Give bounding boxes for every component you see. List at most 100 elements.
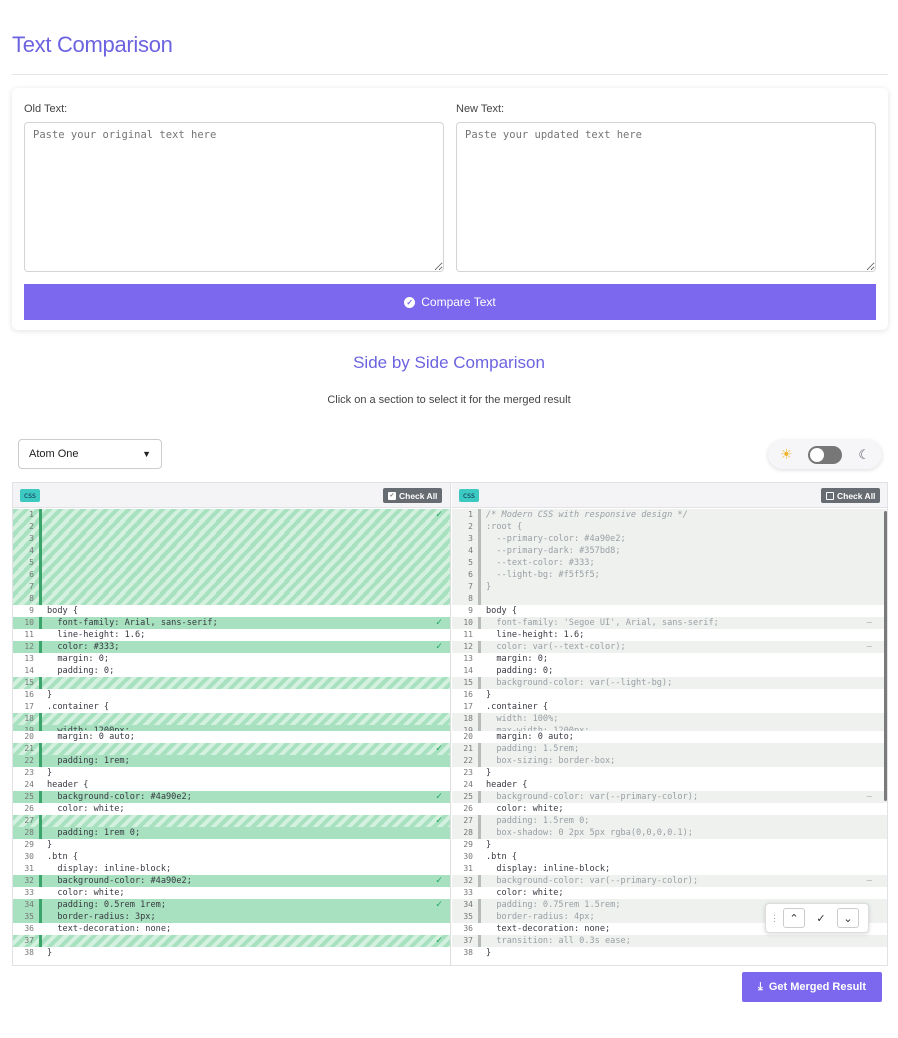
diff-navigation: ⋮⋮ ⌃ ✓ ⌄: [765, 903, 869, 933]
code-line[interactable]: 3: [13, 533, 450, 545]
selected-check-icon[interactable]: ✓: [436, 641, 442, 653]
drag-handle-icon[interactable]: ⋮⋮: [770, 913, 788, 924]
code-line[interactable]: 12 color: var(--text-color); –: [452, 641, 887, 653]
line-number: 16: [463, 690, 473, 699]
code-line[interactable]: 1 ✓: [13, 509, 450, 521]
code-line[interactable]: 6: [13, 569, 450, 581]
selected-check-icon[interactable]: ✓: [436, 791, 442, 803]
code-line: 17 .container {: [452, 701, 887, 713]
line-number: 2: [29, 522, 34, 531]
theme-mode-toggle[interactable]: ☀ ☾: [768, 440, 882, 469]
code-line[interactable]: 10 font-family: 'Segoe UI', Arial, sans-…: [452, 617, 887, 629]
code-line[interactable]: 28 box-shadow: 0 2px 5px rgba(0,0,0,0.1)…: [452, 827, 887, 839]
unselected-dash-icon[interactable]: –: [867, 875, 872, 887]
accept-change-button[interactable]: ✓: [810, 908, 832, 928]
line-text: .btn {: [47, 852, 79, 862]
code-line: 29}: [452, 839, 887, 851]
code-line[interactable]: 8: [452, 593, 887, 605]
code-line[interactable]: 15: [13, 677, 450, 689]
line-number: 17: [24, 702, 34, 711]
code-line[interactable]: 37 transition: all 0.3s ease;: [452, 935, 887, 947]
code-line[interactable]: 22 box-sizing: border-box;: [452, 755, 887, 767]
line-text: [42, 545, 450, 557]
line-text: padding: 1rem 0;: [47, 828, 141, 838]
code-line[interactable]: 32 background-color: var(--primary-color…: [452, 875, 887, 887]
code-line[interactable]: 3 --primary-color: #4a90e2;: [452, 533, 887, 545]
code-line[interactable]: 1 /* Modern CSS with responsive design */: [452, 509, 887, 521]
code-line[interactable]: 18: [13, 713, 450, 725]
unselected-dash-icon[interactable]: –: [867, 791, 872, 803]
line-text: line-height: 1.6;: [486, 630, 585, 640]
get-merged-result-button[interactable]: ⤓ Get Merged Result: [742, 972, 882, 1002]
code-line[interactable]: 28 padding: 1rem 0;: [13, 827, 450, 839]
right-check-all-button[interactable]: Check All: [821, 488, 881, 503]
code-line[interactable]: 35 border-radius: 3px;: [13, 911, 450, 923]
chevron-down-icon: ▼: [142, 449, 151, 459]
code-line[interactable]: 37 ✓: [13, 935, 450, 947]
line-number: 23: [463, 768, 473, 777]
line-number: 25: [463, 792, 473, 801]
code-line[interactable]: 10 font-family: Arial, sans-serif; ✓: [13, 617, 450, 629]
code-line[interactable]: 15 background-color: var(--light-bg);: [452, 677, 887, 689]
theme-select[interactable]: Atom One ▼: [18, 439, 162, 469]
selected-check-icon[interactable]: ✓: [436, 509, 442, 521]
code-line[interactable]: 6 --light-bg: #f5f5f5;: [452, 569, 887, 581]
selected-check-icon[interactable]: ✓: [436, 815, 442, 827]
line-number: 21: [463, 744, 473, 753]
code-line[interactable]: 22 padding: 1rem;: [13, 755, 450, 767]
code-line[interactable]: 27 padding: 1.5rem 0;: [452, 815, 887, 827]
code-line[interactable]: 4 --primary-dark: #357bd8;: [452, 545, 887, 557]
left-code-lines: 1 ✓ 2 3 4 5 6 7 8 9 body {10 font-family: Arial, s…: [13, 509, 450, 959]
right-scrollbar[interactable]: [884, 511, 887, 801]
code-line[interactable]: 18 width: 100%;: [452, 713, 887, 725]
line-text: --primary-dark: #357bd8;: [486, 546, 621, 556]
code-line[interactable]: 21 padding: 1.5rem;: [452, 743, 887, 755]
code-line[interactable]: 8: [13, 593, 450, 605]
code-line[interactable]: 32 background-color: #4a90e2; ✓: [13, 875, 450, 887]
selected-check-icon[interactable]: ✓: [436, 743, 442, 755]
code-line[interactable]: 2:root {: [452, 521, 887, 533]
selected-check-icon[interactable]: ✓: [436, 899, 442, 911]
selected-check-icon[interactable]: ✓: [436, 875, 442, 887]
new-text-input[interactable]: [456, 122, 876, 272]
left-check-all-button[interactable]: ✓ Check All: [383, 488, 443, 503]
compare-text-button[interactable]: ✓ Compare Text: [24, 284, 876, 320]
code-line[interactable]: 25 background-color: #4a90e2; ✓: [13, 791, 450, 803]
unselected-dash-icon[interactable]: –: [867, 641, 872, 653]
check-all-label: Check All: [399, 490, 438, 501]
line-text: /* Modern CSS with responsive design */: [486, 510, 688, 520]
code-line[interactable]: 12 color: #333; ✓: [13, 641, 450, 653]
code-line: 16}: [452, 689, 887, 701]
code-line[interactable]: 5 --text-color: #333;: [452, 557, 887, 569]
line-number: 4: [468, 546, 473, 555]
unselected-dash-icon[interactable]: –: [867, 617, 872, 629]
next-change-button[interactable]: ⌄: [837, 908, 859, 928]
line-number: 25: [24, 792, 34, 801]
dark-mode-switch[interactable]: [808, 445, 843, 464]
line-number: 26: [463, 804, 473, 813]
code-line: 31 display: inline-block;: [13, 863, 450, 875]
code-line[interactable]: 7}: [452, 581, 887, 593]
code-line[interactable]: 25 background-color: var(--primary-color…: [452, 791, 887, 803]
code-line[interactable]: 7: [13, 581, 450, 593]
code-line: 9 body {: [452, 605, 887, 617]
line-number: 23: [24, 768, 34, 777]
previous-change-button[interactable]: ⌃: [783, 908, 805, 928]
right-pane: css Check All 1 /* Modern CSS with respon…: [452, 483, 887, 965]
line-number: 9: [29, 606, 34, 615]
selected-check-icon[interactable]: ✓: [436, 935, 442, 947]
code-line[interactable]: 2: [13, 521, 450, 533]
code-line[interactable]: 4: [13, 545, 450, 557]
line-number: 35: [24, 912, 34, 921]
code-line[interactable]: 5: [13, 557, 450, 569]
line-text: }: [486, 840, 492, 850]
line-text: .container {: [486, 702, 549, 712]
old-text-input[interactable]: [24, 122, 444, 272]
code-line[interactable]: 34 padding: 0.5rem 1rem; ✓: [13, 899, 450, 911]
code-line[interactable]: 27 ✓: [13, 815, 450, 827]
right-pane-header: css Check All: [452, 483, 887, 508]
line-text: display: inline-block;: [486, 864, 611, 874]
line-number: 11: [463, 630, 473, 639]
code-line[interactable]: 21 ✓: [13, 743, 450, 755]
selected-check-icon[interactable]: ✓: [436, 617, 442, 629]
